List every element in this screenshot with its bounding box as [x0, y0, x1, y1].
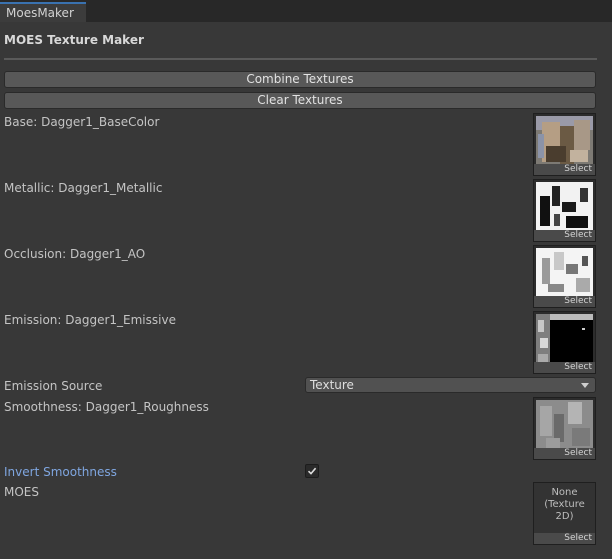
metallic-select-button[interactable]: Select: [534, 230, 595, 241]
smoothness-texture-slot[interactable]: Select: [533, 397, 596, 460]
clear-textures-button[interactable]: Clear Textures: [4, 92, 596, 109]
metallic-texture-slot[interactable]: Select: [533, 179, 596, 242]
emission-source-value: Texture: [310, 378, 354, 392]
combine-textures-button[interactable]: Combine Textures: [4, 71, 596, 88]
emission-texture-label: Emission: Dagger1_Emissive: [4, 313, 176, 327]
smoothness-texture-label: Smoothness: Dagger1_Roughness: [4, 400, 209, 414]
occlusion-texture-slot[interactable]: Select: [533, 245, 596, 308]
invert-smoothness-label: Invert Smoothness: [4, 465, 117, 479]
emission-texture-thumbnail: [536, 314, 593, 365]
base-texture-thumbnail: [536, 116, 593, 167]
moes-output-label: MOES: [4, 485, 39, 499]
emission-texture-slot[interactable]: Select: [533, 311, 596, 374]
moes-empty-value: None (Texture 2D): [534, 487, 595, 523]
metallic-texture-label: Metallic: Dagger1_Metallic: [4, 181, 163, 195]
base-texture-slot[interactable]: Select: [533, 113, 596, 176]
smoothness-texture-thumbnail: [536, 400, 593, 451]
invert-smoothness-checkbox[interactable]: [305, 464, 319, 478]
moes-value-line2: (Texture 2D): [544, 499, 585, 522]
smoothness-select-button[interactable]: Select: [534, 448, 595, 459]
title-divider: [4, 58, 597, 60]
emission-source-dropdown[interactable]: Texture: [305, 377, 596, 393]
emission-select-button[interactable]: Select: [534, 362, 595, 373]
checkmark-icon: [307, 467, 317, 475]
page-title: MOES Texture Maker: [4, 33, 144, 47]
base-select-button[interactable]: Select: [534, 164, 595, 175]
window-tab-bar: MoesMaker: [0, 0, 612, 22]
occlusion-texture-label: Occlusion: Dagger1_AO: [4, 247, 146, 261]
metallic-texture-thumbnail: [536, 182, 593, 233]
occlusion-select-button[interactable]: Select: [534, 296, 595, 307]
tab-moesmaker[interactable]: MoesMaker: [0, 2, 86, 22]
moes-select-button[interactable]: Select: [534, 533, 595, 544]
chevron-down-icon: [581, 383, 589, 388]
emission-source-label: Emission Source: [4, 379, 103, 393]
base-texture-label: Base: Dagger1_BaseColor: [4, 115, 160, 129]
moes-value-line1: None: [551, 487, 578, 498]
occlusion-texture-thumbnail: [536, 248, 593, 299]
moes-output-slot[interactable]: None (Texture 2D) Select: [533, 482, 596, 545]
